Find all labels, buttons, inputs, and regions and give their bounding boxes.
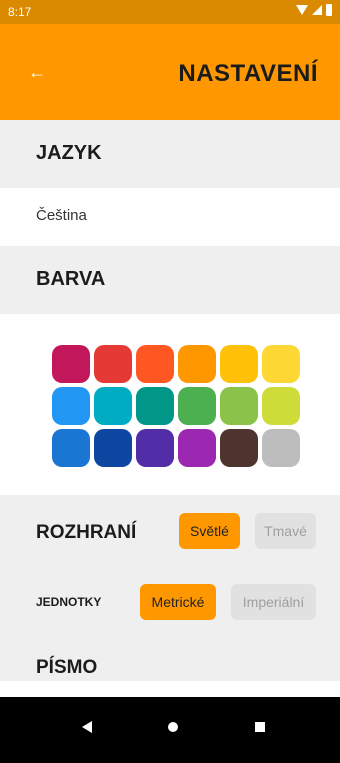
color-swatch[interactable]	[94, 345, 132, 383]
units-title: JEDNOTKY	[36, 595, 102, 609]
signal-icon	[312, 5, 322, 15]
language-value[interactable]: Čeština	[36, 207, 87, 224]
color-swatch[interactable]	[94, 429, 132, 467]
wifi-icon	[296, 5, 308, 15]
status-bar: 8:17	[0, 0, 340, 24]
color-swatch[interactable]	[262, 429, 300, 467]
color-swatch[interactable]	[178, 429, 216, 467]
color-swatch[interactable]	[220, 345, 258, 383]
interface-title: ROZHRANÍ	[36, 522, 137, 543]
battery-icon	[326, 4, 332, 16]
color-swatch[interactable]	[136, 429, 174, 467]
color-swatch[interactable]	[220, 387, 258, 425]
language-section-header: JAZYK	[0, 120, 340, 188]
status-time: 8:17	[8, 5, 32, 19]
color-swatch[interactable]	[52, 429, 90, 467]
nav-recents-icon[interactable]	[255, 722, 265, 732]
color-swatch[interactable]	[52, 387, 90, 425]
color-swatch[interactable]	[94, 387, 132, 425]
nav-home-icon[interactable]	[168, 722, 178, 732]
app-bar: ← NASTAVENÍ	[0, 24, 340, 120]
color-swatch[interactable]	[178, 345, 216, 383]
color-swatch[interactable]	[262, 345, 300, 383]
color-swatch[interactable]	[52, 345, 90, 383]
units-imperial-button[interactable]: Imperiální	[231, 584, 316, 620]
units-metric-button[interactable]: Metrické	[140, 584, 216, 620]
color-palette	[52, 345, 300, 467]
color-swatch[interactable]	[136, 345, 174, 383]
language-title: JAZYK	[36, 142, 102, 164]
color-swatch[interactable]	[178, 387, 216, 425]
color-title: BARVA	[36, 268, 106, 290]
theme-light-button[interactable]: Světlé	[179, 513, 240, 549]
color-swatch[interactable]	[262, 387, 300, 425]
nav-back-icon[interactable]	[82, 721, 92, 733]
back-arrow-icon[interactable]: ←	[28, 62, 46, 82]
font-title: PÍSMO	[36, 657, 98, 678]
color-swatch[interactable]	[136, 387, 174, 425]
color-swatch[interactable]	[220, 429, 258, 467]
color-section-header: BARVA	[0, 246, 340, 314]
theme-dark-button[interactable]: Tmavé	[255, 513, 316, 549]
navigation-bar	[0, 697, 340, 763]
status-icons	[296, 4, 332, 16]
page-title: NASTAVENÍ	[178, 60, 318, 87]
